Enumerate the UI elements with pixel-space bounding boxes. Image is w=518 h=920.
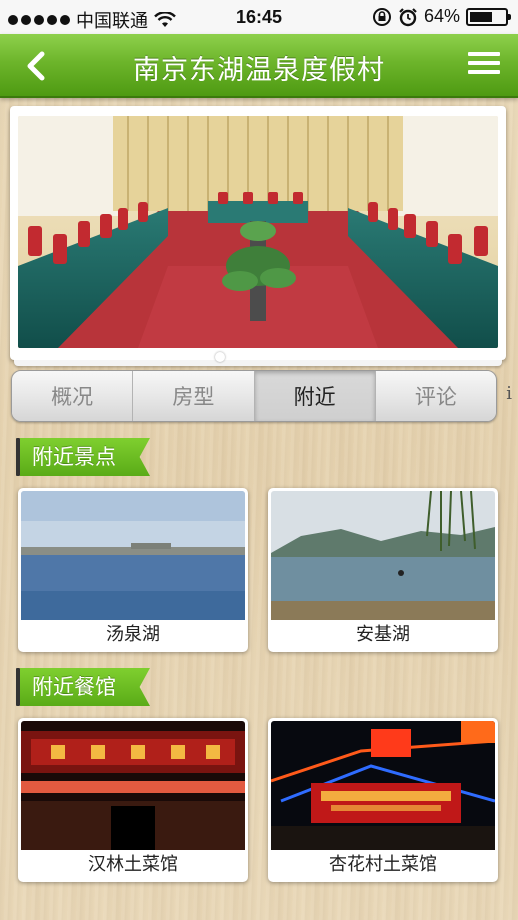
segmented-tabs: 概况 房型 附近 评论	[11, 370, 497, 422]
card-caption: 安基湖	[356, 624, 410, 645]
tab-3[interactable]: 附近	[254, 371, 376, 421]
status-bar: 中国联通 16:45 64%	[0, 0, 518, 34]
alarm-icon	[399, 7, 417, 26]
tab-4[interactable]: 评论	[375, 371, 496, 421]
restaurant-photo	[271, 721, 495, 850]
card-caption: 汉林土菜馆	[88, 854, 178, 875]
battery-percent: 64%	[423, 6, 460, 26]
ribbon-edge	[16, 438, 20, 476]
app-screen: 中国联通 16:45 64% 南京东湖温泉度假村 概况 房型 附近 评论 i 附…	[0, 0, 518, 920]
rotation-lock-icon	[372, 7, 391, 26]
restaurant-card-1[interactable]: 汉林土菜馆	[18, 718, 248, 882]
card-caption: 杏花村土菜馆	[329, 854, 437, 875]
tab-1[interactable]: 概况	[12, 371, 134, 421]
restaurant-photo	[21, 721, 245, 850]
card-caption: 汤泉湖	[106, 624, 160, 645]
lake-photo	[271, 491, 495, 620]
page-title: 南京东湖温泉度假村	[133, 55, 385, 86]
ribbon-edge	[16, 668, 20, 706]
tab-2[interactable]: 房型	[133, 371, 255, 421]
carousel-indicator[interactable]	[215, 352, 225, 362]
battery-icon	[466, 7, 511, 26]
info-icon[interactable]: i	[506, 383, 512, 404]
meeting-room-photo	[18, 116, 498, 348]
section-title-restaurants: 附近餐馆	[20, 668, 150, 706]
scenic-card-1[interactable]: 汤泉湖	[18, 488, 248, 652]
menu-button[interactable]	[468, 52, 500, 80]
hero-carousel[interactable]	[10, 106, 506, 366]
scenic-card-2[interactable]: 安基湖	[268, 488, 498, 652]
restaurant-card-2[interactable]: 杏花村土菜馆	[268, 718, 498, 882]
hamburger-menu-icon	[468, 52, 500, 56]
section-title-scenic: 附近景点	[20, 438, 150, 476]
lake-photo	[21, 491, 245, 620]
navigation-bar: 南京东湖温泉度假村	[0, 34, 518, 98]
